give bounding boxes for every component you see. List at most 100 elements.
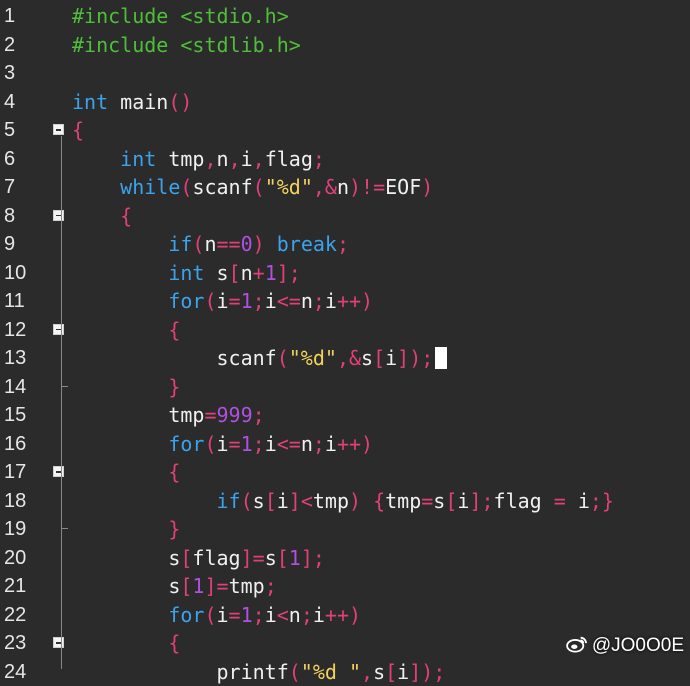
code-token: ]= — [204, 574, 228, 598]
code-token — [72, 489, 217, 513]
code-text: { — [72, 629, 180, 658]
code-token: 0 — [241, 232, 253, 256]
code-token: ++) — [325, 603, 361, 627]
code-token — [72, 432, 168, 456]
fold-guide-line — [61, 136, 62, 669]
code-line[interactable]: 15 tmp=999; — [0, 401, 690, 430]
line-number: 17 — [4, 458, 44, 487]
code-token: [ — [277, 546, 289, 570]
code-line[interactable]: 20 s[flag]=s[1]; — [0, 544, 690, 573]
code-line[interactable]: 22 for(i=1;i<n;i++) — [0, 601, 690, 630]
code-token — [72, 261, 168, 285]
fold-collapse-icon[interactable] — [53, 466, 64, 477]
code-token: if — [168, 232, 192, 256]
code-token: [ — [385, 660, 397, 684]
code-token: n — [204, 232, 216, 256]
code-line[interactable]: 3 — [0, 59, 690, 88]
code-token: ( — [180, 175, 192, 199]
code-token: 1 — [241, 432, 253, 456]
code-token: ) — [253, 232, 277, 256]
code-token: ( — [241, 489, 253, 513]
code-token: tmp — [156, 147, 204, 171]
line-number: 5 — [4, 116, 44, 145]
code-token — [72, 346, 217, 370]
fold-collapse-icon[interactable] — [53, 637, 64, 648]
code-token: main — [108, 90, 168, 114]
code-token: ( — [204, 432, 216, 456]
fold-collapse-icon[interactable] — [53, 210, 64, 221]
code-token: tmp — [313, 489, 349, 513]
code-token: s — [168, 546, 180, 570]
code-line[interactable]: 14 } — [0, 373, 690, 402]
code-line[interactable]: 13 scanf("%d",&s[i]); — [0, 344, 690, 373]
code-line[interactable]: 1#include <stdio.h> — [0, 2, 690, 31]
code-token: 999 — [217, 403, 253, 427]
code-token: i — [385, 346, 397, 370]
code-line[interactable]: 12 { — [0, 316, 690, 345]
code-text: int s[n+1]; — [72, 259, 301, 288]
fold-collapse-icon[interactable] — [53, 124, 64, 135]
code-line[interactable]: 19 } — [0, 515, 690, 544]
code-editor[interactable]: 1#include <stdio.h>2#include <stdlib.h>3… — [0, 0, 690, 669]
code-line[interactable]: 7 while(scanf("%d",&n)!=EOF) — [0, 173, 690, 202]
line-number: 21 — [4, 572, 44, 601]
code-token: [ — [180, 546, 192, 570]
code-token: ; — [253, 403, 265, 427]
code-line[interactable]: 2#include <stdlib.h> — [0, 31, 690, 60]
code-text: int main() — [72, 88, 192, 117]
code-token: s — [204, 261, 228, 285]
code-token: 1 — [241, 289, 253, 313]
code-token: "%d " — [301, 660, 361, 684]
code-token: = — [204, 403, 216, 427]
code-token: i — [325, 432, 337, 456]
code-line[interactable]: 5{ — [0, 116, 690, 145]
code-line[interactable]: 4 int main() — [0, 88, 690, 117]
code-token: < — [277, 603, 289, 627]
code-line[interactable]: 8 { — [0, 202, 690, 231]
line-number: 7 — [4, 173, 44, 202]
code-token: flag — [265, 147, 313, 171]
code-text: for(i=1;i<=n;i++) — [72, 430, 373, 459]
code-text: int tmp,n,i,flag; — [72, 145, 325, 174]
code-token: s — [373, 660, 385, 684]
code-token: <= — [277, 289, 301, 313]
line-number: 10 — [4, 259, 44, 288]
code-token: n — [289, 603, 301, 627]
code-token: () — [168, 90, 192, 114]
line-number: 14 — [4, 373, 44, 402]
line-number: 18 — [4, 487, 44, 516]
code-token: ; — [313, 289, 325, 313]
code-line[interactable]: 17 { — [0, 458, 690, 487]
code-token: for — [168, 603, 204, 627]
code-token: flag — [192, 546, 240, 570]
code-token — [72, 204, 120, 228]
code-text: scanf("%d",&s[i]); — [72, 344, 447, 373]
code-token — [72, 631, 168, 655]
code-line[interactable]: 11 for(i=1;i<=n;i++) — [0, 287, 690, 316]
code-token: i — [325, 289, 337, 313]
line-number: 20 — [4, 544, 44, 573]
code-line[interactable]: 16 for(i=1;i<=n;i++) — [0, 430, 690, 459]
code-line[interactable]: 18 if(s[i]<tmp) {tmp=s[i];flag = i;} — [0, 487, 690, 516]
code-token — [72, 375, 168, 399]
code-token: 1 — [192, 574, 204, 598]
code-text: if(n==0) break; — [72, 230, 349, 259]
code-token: n — [217, 147, 229, 171]
code-token: { — [168, 318, 180, 342]
code-token: = — [542, 489, 578, 513]
weibo-icon — [566, 635, 588, 653]
line-number: 4 — [4, 88, 44, 117]
code-line[interactable]: 9 if(n==0) break; — [0, 230, 690, 259]
code-line[interactable]: 21 s[1]=tmp; — [0, 572, 690, 601]
code-line[interactable]: 10 int s[n+1]; — [0, 259, 690, 288]
code-text: s[1]=tmp; — [72, 572, 277, 601]
text-cursor — [435, 347, 447, 369]
code-token: ;} — [590, 489, 614, 513]
code-token: ++) — [337, 289, 373, 313]
code-token: } — [168, 375, 180, 399]
code-token — [72, 517, 168, 541]
code-line[interactable]: 24 printf("%d ",s[i]); — [0, 658, 690, 686]
fold-collapse-icon[interactable] — [53, 324, 64, 335]
code-token: ; — [337, 232, 349, 256]
code-line[interactable]: 6 int tmp,n,i,flag; — [0, 145, 690, 174]
